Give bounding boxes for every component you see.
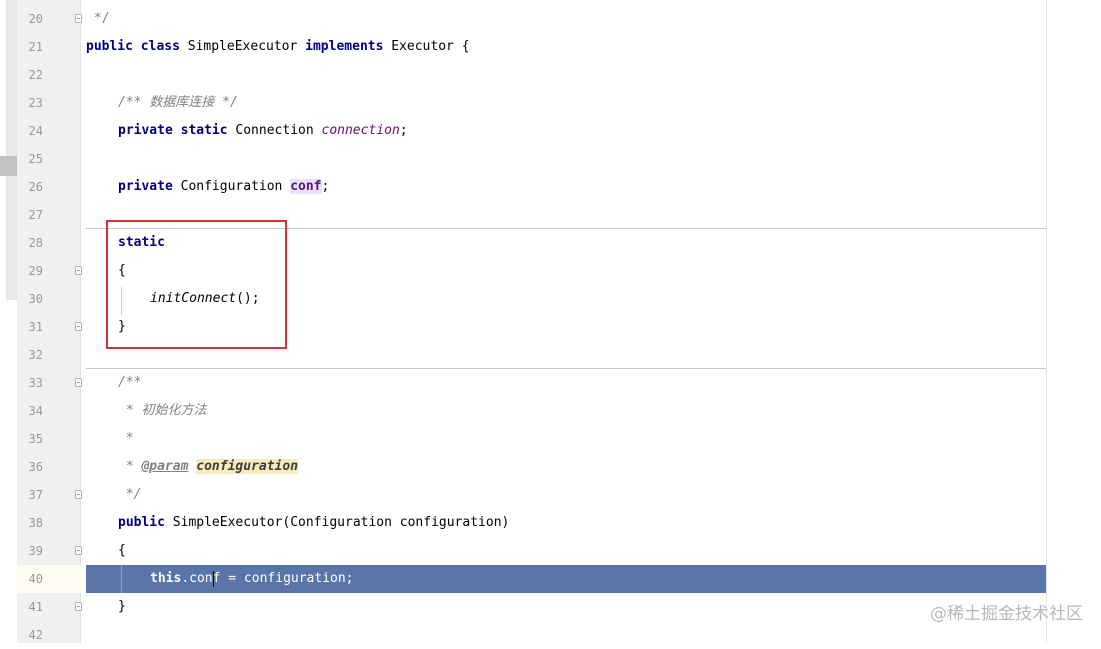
line-number: 38 [28,516,43,530]
fold-icon[interactable] [75,322,82,331]
code-line-34[interactable]: * 初始化方法 [118,397,207,425]
code-line-37[interactable]: */ [118,481,142,509]
fold-icon[interactable] [75,602,82,611]
fold-icon[interactable] [75,546,82,555]
code-line-24[interactable]: private static Connection connection; [118,117,408,145]
code-line-20[interactable]: */ [86,5,110,33]
code-line-36[interactable]: * @param configuration [118,453,299,481]
line-number: 29 [28,264,43,278]
static-block-highlight-box [106,220,287,349]
param-reference: configuration [196,459,299,474]
line-number: 32 [28,348,43,362]
code-line-35[interactable]: * [118,425,134,453]
code-line-41[interactable]: } [118,593,126,621]
fold-icon[interactable] [75,14,82,23]
line-number: 36 [28,460,43,474]
line-number: 22 [28,68,43,82]
line-number: 20 [28,12,43,26]
line-number: 30 [28,292,43,306]
javadoc-tag: @param [141,459,189,474]
line-number: 23 [28,96,43,110]
fold-icon[interactable] [75,266,82,275]
line-number: 41 [28,600,43,614]
code-line-38[interactable]: public SimpleExecutor(Configuration conf… [118,509,509,537]
code-line-39[interactable]: { [118,537,126,565]
line-number: 42 [28,628,43,642]
code-line-26[interactable]: private Configuration conf; [118,173,329,201]
fold-icon[interactable] [75,378,82,387]
line-number: 27 [28,208,43,222]
line-number: 24 [28,124,43,138]
indent-guide [121,565,122,593]
code-line-21[interactable]: public class SimpleExecutor implements E… [86,33,470,61]
line-number: 31 [28,320,43,334]
line-number: 21 [28,40,43,54]
watermark: @稀土掘金技术社区 [930,604,1083,624]
line-number: 25 [28,152,43,166]
line-number: 33 [28,376,43,390]
line-number: 28 [28,236,43,250]
line-number: 34 [28,404,43,418]
line-number: 40 [28,572,43,586]
code-line-23[interactable]: /** 数据库连接 */ [118,89,238,117]
line-number: 35 [28,432,43,446]
line-number: 39 [28,544,43,558]
fold-icon[interactable] [75,490,82,499]
line-number: 37 [28,488,43,502]
line-number: 26 [28,180,43,194]
code-line-33[interactable]: /** [118,369,141,397]
